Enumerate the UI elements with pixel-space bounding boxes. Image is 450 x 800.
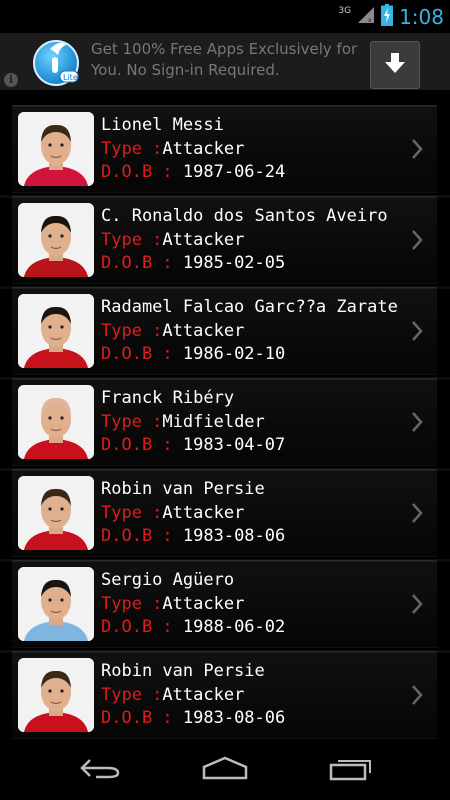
app-logo-badge: Lite	[63, 73, 78, 82]
player-type-line: Type :Attacker	[101, 684, 285, 708]
player-dob-line: D.O.B : 1988-06-02	[101, 616, 285, 640]
player-type: Attacker	[162, 229, 245, 250]
player-row[interactable]: Lionel Messi Type :Attacker D.O.B : 1987-0…	[0, 105, 450, 198]
player-dob-line: D.O.B : 1986-02-10	[101, 343, 398, 367]
player-photo	[18, 203, 94, 277]
player-row[interactable]: Radamel Falcao Garc??a Zarate Type :Attac…	[0, 287, 450, 380]
player-dob-line: D.O.B : 1985-02-05	[101, 252, 388, 276]
chevron-right-icon	[411, 502, 423, 524]
download-icon	[383, 51, 407, 79]
player-row[interactable]: Robin van Persie Type :Attacker D.O.B : 19…	[12, 651, 437, 739]
player-dob: 1985-02-05	[182, 253, 286, 273]
player-info: Robin van Persie Type :Attacker D.O.B : 19…	[101, 660, 285, 731]
player-type-line: Type :Midfielder	[101, 411, 285, 435]
type-label: Type :	[101, 138, 163, 159]
player-name: Radamel Falcao Garc??a Zarate	[101, 297, 398, 317]
navigation-bar	[0, 740, 450, 800]
player-type: Midfielder	[162, 411, 265, 432]
recent-apps-button[interactable]	[321, 752, 381, 788]
player-dob-line: D.O.B : 1987-06-24	[101, 161, 285, 185]
player-dob: 1983-08-06	[182, 526, 286, 546]
player-row[interactable]: Franck Ribéry Type :Midfielder D.O.B : 198…	[0, 378, 450, 471]
player-info: Radamel Falcao Garc??a Zarate Type :Attac…	[101, 296, 398, 367]
player-name: C. Ronaldo dos Santos Aveiro	[101, 206, 388, 226]
player-type-line: Type :Attacker	[101, 593, 285, 617]
app-logo-icon: Lite	[30, 35, 82, 87]
player-info: Franck Ribéry Type :Midfielder D.O.B : 198…	[101, 387, 285, 458]
player-dob-line: D.O.B : 1983-08-06	[101, 525, 285, 549]
player-type-line: Type :Attacker	[101, 229, 388, 253]
player-type: Attacker	[162, 138, 245, 159]
player-dob: 1983-08-06	[182, 708, 286, 728]
player-info: C. Ronaldo dos Santos Aveiro Type :Attack…	[101, 205, 388, 276]
status-bar: 3G x 1:08	[0, 0, 450, 33]
type-label: Type :	[101, 411, 163, 432]
player-type: Attacker	[162, 320, 245, 341]
player-name: Sergio Agüero	[101, 570, 235, 590]
recent-apps-icon	[328, 755, 374, 785]
player-name: Lionel Messi	[101, 115, 224, 135]
player-photo	[18, 385, 94, 459]
ad-text: Get 100% Free Apps Exclusively for You. …	[91, 40, 358, 79]
dob-label: D.O.B :	[101, 344, 183, 364]
chevron-right-icon	[411, 684, 423, 706]
player-photo	[18, 294, 94, 368]
type-label: Type :	[101, 502, 163, 523]
player-info: Robin van Persie Type :Attacker D.O.B : 19…	[101, 478, 285, 549]
type-label: Type :	[101, 320, 163, 341]
player-dob: 1983-04-07	[182, 435, 286, 455]
back-icon	[78, 756, 122, 784]
svg-text:x: x	[368, 17, 372, 24]
status-indicators: 3G x 1:08	[338, 0, 444, 33]
network-type-label: 3G	[338, 5, 352, 16]
download-button[interactable]	[370, 41, 420, 89]
chevron-right-icon	[411, 593, 423, 615]
chevron-right-icon	[411, 411, 423, 433]
player-type-line: Type :Attacker	[101, 320, 398, 344]
ad-banner[interactable]: Lite i Get 100% Free Apps Exclusively fo…	[0, 33, 450, 90]
status-clock: 1:08	[399, 4, 444, 29]
player-dob-line: D.O.B : 1983-08-06	[101, 707, 285, 731]
dob-label: D.O.B :	[101, 435, 183, 455]
player-info: Lionel Messi Type :Attacker D.O.B : 1987-0…	[101, 114, 285, 185]
chevron-right-icon	[411, 320, 423, 342]
back-button[interactable]	[70, 752, 130, 788]
player-photo	[18, 658, 94, 732]
type-label: Type :	[101, 229, 163, 250]
dob-label: D.O.B :	[101, 617, 183, 637]
player-photo	[18, 567, 94, 641]
dob-label: D.O.B :	[101, 708, 183, 728]
type-label: Type :	[101, 684, 163, 705]
player-photo	[18, 476, 94, 550]
player-row[interactable]: C. Ronaldo dos Santos Aveiro Type :Attack…	[0, 196, 450, 289]
player-name: Franck Ribéry	[101, 388, 235, 408]
home-button[interactable]	[195, 752, 255, 788]
player-row[interactable]: Robin van Persie Type :Attacker D.O.B : 19…	[0, 469, 450, 562]
player-type-line: Type :Attacker	[101, 502, 285, 526]
player-list[interactable]: Lionel Messi Type :Attacker D.O.B : 1987-0…	[0, 100, 450, 740]
type-label: Type :	[101, 593, 163, 614]
player-name: Robin van Persie	[101, 661, 265, 681]
player-row[interactable]: Sergio Agüero Type :Attacker D.O.B : 1988-…	[0, 560, 450, 653]
player-dob: 1988-06-02	[182, 617, 286, 637]
chevron-right-icon	[411, 229, 423, 251]
dob-label: D.O.B :	[101, 526, 183, 546]
player-info: Sergio Agüero Type :Attacker D.O.B : 1988-…	[101, 569, 285, 640]
player-type: Attacker	[162, 502, 245, 523]
player-photo	[18, 112, 94, 186]
player-type: Attacker	[162, 593, 245, 614]
dob-label: D.O.B :	[101, 253, 183, 273]
player-type-line: Type :Attacker	[101, 138, 285, 162]
player-dob-line: D.O.B : 1983-04-07	[101, 434, 285, 458]
player-type: Attacker	[162, 684, 245, 705]
signal-icon: x	[357, 6, 375, 28]
dob-label: D.O.B :	[101, 162, 183, 182]
player-dob: 1986-02-10	[182, 344, 286, 364]
battery-charging-icon	[381, 3, 394, 30]
player-dob: 1987-06-24	[182, 162, 286, 182]
player-name: Robin van Persie	[101, 479, 265, 499]
home-icon	[201, 755, 249, 785]
chevron-right-icon	[411, 138, 423, 160]
ad-info-icon[interactable]: i	[4, 73, 18, 87]
